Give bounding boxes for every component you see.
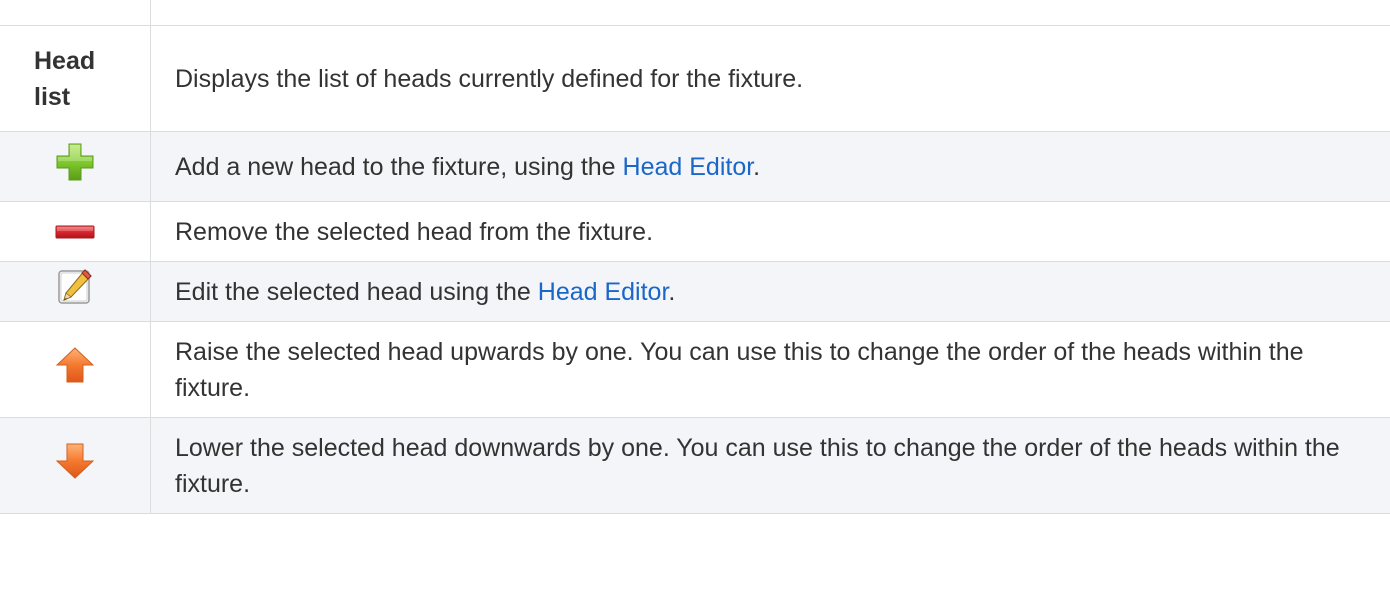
- head-editor-link[interactable]: Head Editor: [538, 278, 669, 306]
- description-cell: Displays the list of heads currently def…: [150, 25, 1390, 132]
- raise-up-arrow-icon: [55, 346, 95, 393]
- term-line-1: Head: [34, 46, 96, 75]
- description-cell: Lower the selected head downwards by one…: [150, 417, 1390, 514]
- description-text-end: .: [753, 152, 761, 181]
- lower-down-arrow-icon: [55, 443, 95, 489]
- description-text: Displays the list of heads currently def…: [175, 64, 804, 93]
- icon-cell: [0, 321, 151, 418]
- description-text-end: .: [668, 277, 676, 306]
- description-text: Edit the selected head using the: [175, 277, 538, 306]
- edit-pencil-icon: [55, 267, 95, 317]
- head-editor-link[interactable]: Head Editor: [623, 153, 754, 181]
- table-row-head-list: Head list Displays the list of heads cur…: [0, 25, 1390, 132]
- table-row-partial: [0, 0, 1390, 26]
- icon-cell: [0, 131, 151, 202]
- term-cell: Head list: [0, 25, 151, 132]
- table-row-edit: Edit the selected head using the Head Ed…: [0, 261, 1390, 322]
- description-cell: Raise the selected head upwards by one. …: [150, 321, 1390, 418]
- table-row-lower: Lower the selected head downwards by one…: [0, 417, 1390, 514]
- add-plus-icon: [55, 142, 95, 192]
- description-cell: Remove the selected head from the fixtur…: [150, 201, 1390, 262]
- description-text: Remove the selected head from the fixtur…: [175, 217, 654, 246]
- icon-cell: [0, 261, 151, 322]
- description-text: Raise the selected head upwards by one. …: [175, 337, 1304, 402]
- icon-cell: [0, 201, 151, 262]
- icon-cell: [0, 417, 151, 514]
- table-row-remove: Remove the selected head from the fixtur…: [0, 201, 1390, 262]
- table-cell-empty: [0, 0, 151, 26]
- term-line-2: list: [34, 82, 71, 111]
- description-text: Lower the selected head downwards by one…: [175, 433, 1340, 498]
- remove-minus-icon: [55, 214, 95, 250]
- description-cell: Add a new head to the fixture, using the…: [150, 131, 1390, 202]
- description-cell: Edit the selected head using the Head Ed…: [150, 261, 1390, 322]
- description-text: Add a new head to the fixture, using the: [175, 152, 623, 181]
- table-row-add: Add a new head to the fixture, using the…: [0, 131, 1390, 202]
- table-row-raise: Raise the selected head upwards by one. …: [0, 321, 1390, 418]
- head-controls-table: Head list Displays the list of heads cur…: [0, 0, 1390, 514]
- table-cell-empty: [150, 0, 1390, 26]
